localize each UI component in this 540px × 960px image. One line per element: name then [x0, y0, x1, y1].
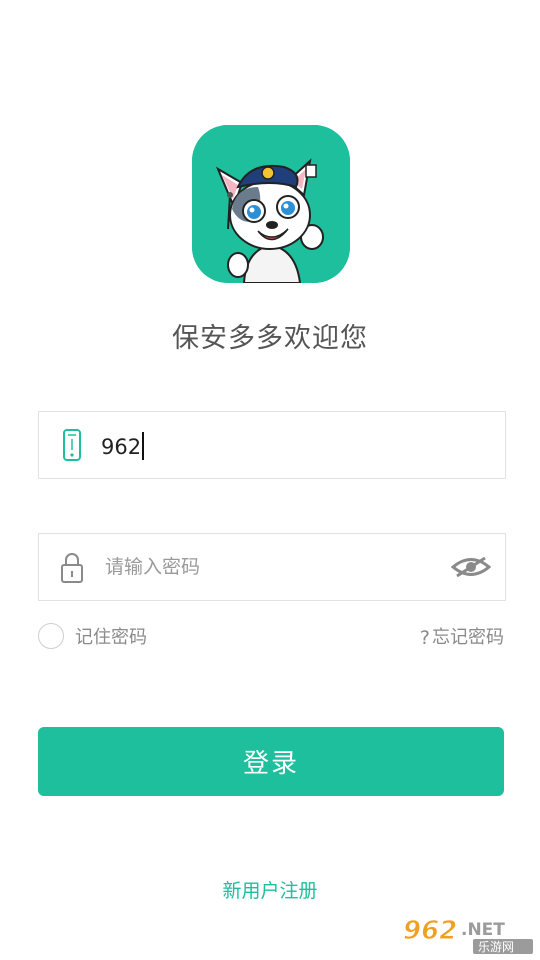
password-field[interactable]: [38, 533, 506, 601]
svg-text:962: 962: [403, 916, 457, 946]
phone-field[interactable]: 962: [38, 411, 506, 479]
svg-text:乐游网: 乐游网: [478, 940, 514, 954]
remember-radio[interactable]: [38, 623, 64, 649]
forgot-label: 忘记密码: [432, 627, 504, 648]
eye-icon[interactable]: [451, 554, 491, 580]
forgot-password-link[interactable]: ? 忘记密码: [420, 621, 504, 651]
welcome-title: 保安多多欢迎您: [172, 323, 368, 354]
phone-input[interactable]: 962: [101, 432, 145, 460]
register-link[interactable]: 新用户注册: [0, 876, 540, 903]
password-input[interactable]: [105, 550, 435, 584]
watermark-logo: 962 .NET 乐游网: [401, 913, 535, 955]
phone-value-text: 962: [101, 435, 142, 459]
phone-icon: [59, 428, 85, 462]
login-button-label: 登录: [242, 749, 299, 779]
remember-password-option[interactable]: 记住密码: [38, 621, 147, 651]
dog-mascot-icon: [192, 125, 350, 283]
app-logo: [192, 125, 350, 283]
login-button[interactable]: 登录: [38, 727, 504, 796]
register-label: 新用户注册: [222, 880, 318, 902]
remember-label: 记住密码: [75, 627, 147, 648]
lock-icon: [59, 550, 85, 584]
question-icon: ?: [419, 627, 430, 649]
login-screen: 保安多多欢迎您 962 记住密码 ? 忘记密码 登录 新用户注册 962 .NE…: [0, 0, 540, 960]
svg-text:.NET: .NET: [461, 920, 505, 940]
text-cursor: [142, 432, 145, 460]
